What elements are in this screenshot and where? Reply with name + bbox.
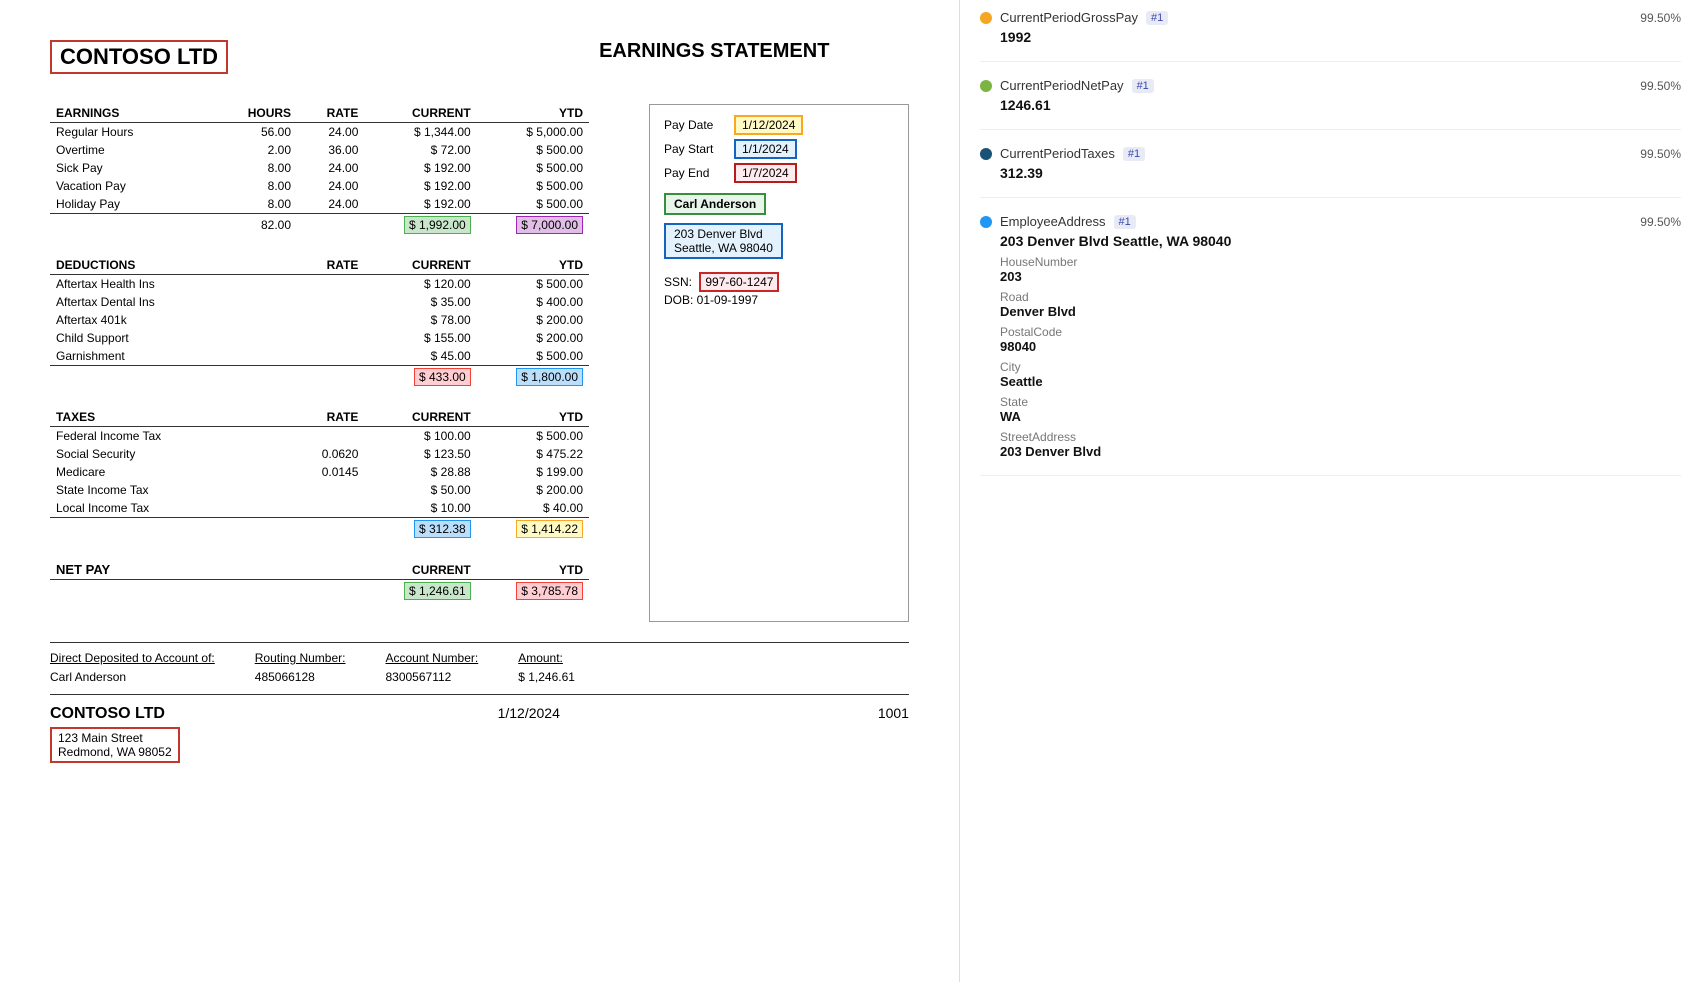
earnings-statement-title: EARNINGS STATEMENT (520, 40, 910, 63)
footer-date: 1/12/2024 (498, 705, 560, 721)
field-net-pay: CurrentPeriodNetPay #1 99.50% 1246.61 (980, 78, 1681, 130)
deductions-total-row: $ 433.00 $ 1,800.00 (50, 366, 589, 389)
ssn-value: 997-60-1247 (699, 272, 779, 292)
document-panel: CONTOSO LTD EARNINGS STATEMENT EARNINGS … (0, 0, 960, 982)
table-row: Holiday Pay 8.00 24.00 $ 192.00 $ 500.00 (50, 195, 589, 214)
earnings-table: EARNINGS HOURS RATE CURRENT YTD Regular … (50, 104, 589, 236)
table-row: Aftertax 401k $ 78.00 $ 200.00 (50, 311, 589, 329)
taxes-dot (980, 148, 992, 160)
net-pay-field-value: 1246.61 (1000, 97, 1681, 113)
net-pay-badge: #1 (1132, 79, 1154, 93)
taxes-ytd-total: $ 1,414.22 (516, 520, 583, 538)
sub-field-city: City Seattle (980, 360, 1681, 389)
taxes-total-row: $ 312.38 $ 1,414.22 (50, 518, 589, 541)
net-pay-confidence: 99.50% (1640, 79, 1681, 93)
deductions-table: DEDUCTIONS RATE CURRENT YTD Aftertax Hea… (50, 256, 589, 388)
net-pay-ytd: $ 3,785.78 (516, 582, 583, 600)
table-row: Sick Pay 8.00 24.00 $ 192.00 $ 500.00 (50, 159, 589, 177)
net-pay-header: NET PAY (50, 560, 230, 580)
employee-address-confidence: 99.50% (1640, 215, 1681, 229)
pay-end-value: 1/7/2024 (734, 163, 797, 183)
pay-date-row: Pay Date 1/12/2024 (664, 115, 894, 135)
earnings-total-row: 82.00 $ 1,992.00 $ 7,000.00 (50, 214, 589, 237)
sub-field-housenumber: HouseNumber 203 (980, 255, 1681, 284)
deposit-routing-col: Routing Number: 485066128 (255, 651, 346, 684)
net-pay-dot (980, 80, 992, 92)
field-employee-address: EmployeeAddress #1 99.50% 203 Denver Blv… (980, 214, 1681, 476)
deductions-ytd-total: $ 1,800.00 (516, 368, 583, 386)
gross-pay-badge: #1 (1146, 11, 1168, 25)
sub-field-state: State WA (980, 395, 1681, 424)
table-row: Medicare 0.0145 $ 28.88 $ 199.00 (50, 463, 589, 481)
deposit-account-col: Account Number: 8300567112 (385, 651, 478, 684)
deductions-current-total: $ 433.00 (414, 368, 471, 386)
current-col-header: CURRENT (364, 104, 476, 123)
footer-address-box: 123 Main Street Redmond, WA 98052 (50, 727, 180, 763)
table-row: Aftertax Health Ins $ 120.00 $ 500.00 (50, 275, 589, 294)
pay-date-value: 1/12/2024 (734, 115, 803, 135)
field-gross-pay: CurrentPeriodGrossPay #1 99.50% 1992 (980, 10, 1681, 62)
employee-address-value: 203 Denver Blvd Seattle, WA 98040 (1000, 233, 1681, 249)
rate-col-header: RATE (297, 104, 364, 123)
table-row: State Income Tax $ 50.00 $ 200.00 (50, 481, 589, 499)
employee-address-dot (980, 216, 992, 228)
sub-field-road: Road Denver Blvd (980, 290, 1681, 319)
gross-pay-confidence: 99.50% (1640, 11, 1681, 25)
table-row: Child Support $ 155.00 $ 200.00 (50, 329, 589, 347)
taxes-field-name: CurrentPeriodTaxes (1000, 146, 1115, 161)
taxes-badge: #1 (1123, 147, 1145, 161)
footer-check-number: 1001 (878, 705, 909, 721)
earnings-col-header: EARNINGS (50, 104, 230, 123)
employee-address-badge: #1 (1114, 215, 1136, 229)
fields-panel: CurrentPeriodGrossPay #1 99.50% 1992 Cur… (960, 0, 1701, 982)
taxes-confidence: 99.50% (1640, 147, 1681, 161)
deposit-section: Direct Deposited to Account of: Carl And… (50, 642, 909, 684)
table-row: Federal Income Tax $ 100.00 $ 500.00 (50, 427, 589, 446)
gross-pay-field-name: CurrentPeriodGrossPay (1000, 10, 1138, 25)
net-pay-total-row: $ 1,246.61 $ 3,785.78 (50, 580, 589, 603)
table-row: Aftertax Dental Ins $ 35.00 $ 400.00 (50, 293, 589, 311)
table-row: Vacation Pay 8.00 24.00 $ 192.00 $ 500.0… (50, 177, 589, 195)
company-title: CONTOSO LTD (50, 40, 228, 74)
deposit-amount-col: Amount: $ 1,246.61 (518, 651, 575, 684)
gross-pay-value: 1992 (1000, 29, 1681, 45)
employee-address: 203 Denver Blvd Seattle, WA 98040 (664, 223, 783, 259)
earnings-current-total: $ 1,992.00 (404, 216, 471, 234)
pay-end-row: Pay End 1/7/2024 (664, 163, 894, 183)
earnings-ytd-total: $ 7,000.00 (516, 216, 583, 234)
net-pay-field-name: CurrentPeriodNetPay (1000, 78, 1124, 93)
table-row: Regular Hours 56.00 24.00 $ 1,344.00 $ 5… (50, 123, 589, 142)
ssn-row: SSN: 997-60-1247 (664, 275, 894, 289)
field-taxes: CurrentPeriodTaxes #1 99.50% 312.39 (980, 146, 1681, 198)
ytd-col-header: YTD (477, 104, 589, 123)
taxes-field-value: 312.39 (1000, 165, 1681, 181)
dob-row: DOB: 01-09-1997 (664, 293, 894, 307)
deposit-employee-col: Direct Deposited to Account of: Carl And… (50, 651, 215, 684)
footer-company-info: CONTOSO LTD 123 Main Street Redmond, WA … (50, 705, 180, 763)
employee-section: Carl Anderson 203 Denver Blvd Seattle, W… (664, 193, 894, 267)
hours-col-header: HOURS (230, 104, 297, 123)
taxes-table: TAXES RATE CURRENT YTD Federal Income Ta… (50, 408, 589, 540)
sub-field-streetaddress: StreetAddress 203 Denver Blvd (980, 430, 1681, 459)
table-row: Garnishment $ 45.00 $ 500.00 (50, 347, 589, 366)
sub-field-postalcode: PostalCode 98040 (980, 325, 1681, 354)
table-row: Local Income Tax $ 10.00 $ 40.00 (50, 499, 589, 518)
pay-info-box: Pay Date 1/12/2024 Pay Start 1/1/2024 Pa… (649, 104, 909, 622)
net-pay-current: $ 1,246.61 (404, 582, 471, 600)
pay-start-value: 1/1/2024 (734, 139, 797, 159)
table-row: Overtime 2.00 36.00 $ 72.00 $ 500.00 (50, 141, 589, 159)
table-row: Social Security 0.0620 $ 123.50 $ 475.22 (50, 445, 589, 463)
employee-address-field-name: EmployeeAddress (1000, 214, 1106, 229)
gross-pay-dot (980, 12, 992, 24)
employee-name: Carl Anderson (664, 193, 766, 215)
pay-start-row: Pay Start 1/1/2024 (664, 139, 894, 159)
net-pay-table: NET PAY CURRENT YTD $ 1,246.61 $ 3,785.7… (50, 560, 589, 602)
taxes-current-total: $ 312.38 (414, 520, 471, 538)
footer-section: CONTOSO LTD 123 Main Street Redmond, WA … (50, 694, 909, 763)
